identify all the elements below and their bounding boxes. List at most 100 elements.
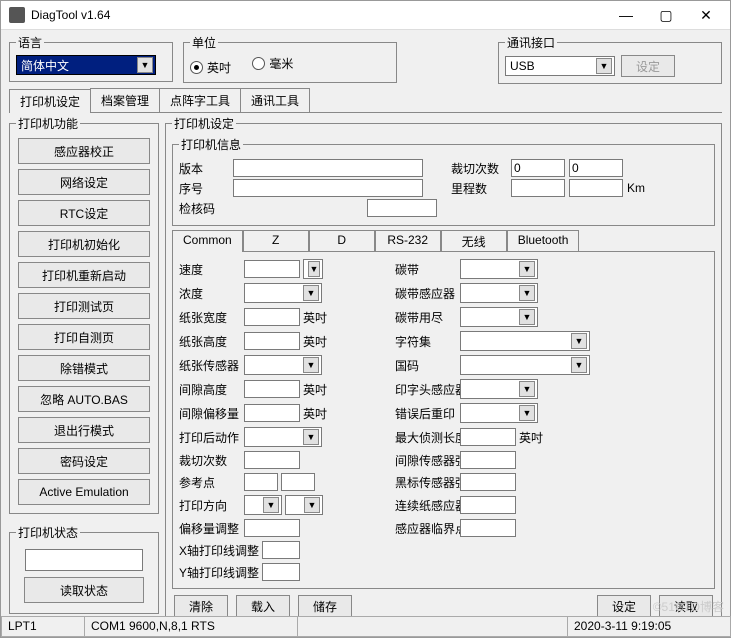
chevron-down-icon: ▼: [519, 285, 535, 301]
status-com: COM1 9600,N,8,1 RTS: [84, 616, 298, 637]
combo-headsen[interactable]: ▼: [460, 379, 538, 399]
btn-active-emu[interactable]: Active Emulation: [18, 479, 150, 505]
lbl-km: Km: [627, 181, 645, 195]
inp-cut1: [511, 159, 565, 177]
btn-testpage[interactable]: 打印测试页: [18, 293, 150, 319]
lbl-headsen: 印字头感应器: [395, 381, 457, 398]
tab-bitmap-font[interactable]: 点阵字工具: [159, 88, 241, 112]
chevron-down-icon: ▼: [303, 429, 319, 445]
close-button[interactable]: ✕: [686, 3, 726, 27]
inp-mile1: [511, 179, 565, 197]
lbl-density: 浓度: [179, 285, 241, 302]
chevron-down-icon: ▼: [308, 261, 320, 277]
inp-refy[interactable]: [281, 473, 315, 491]
inp-gapoff[interactable]: [244, 404, 300, 422]
inp-maxlen[interactable]: [460, 428, 516, 446]
inp-refx[interactable]: [244, 473, 278, 491]
subtab-rs232[interactable]: RS-232: [375, 230, 441, 252]
watermark: ©51CTO博客: [653, 598, 724, 615]
subtab-common[interactable]: Common: [172, 230, 243, 252]
subtab-wireless[interactable]: 无线: [441, 230, 507, 252]
lbl-gapoff: 间隙偏移量: [179, 405, 241, 422]
lbl-gapint: 间隙传感器强度: [395, 452, 457, 469]
tab-file-mgmt[interactable]: 档案管理: [90, 88, 160, 112]
lbl-checksum: 检核码: [179, 200, 229, 217]
comm-combo[interactable]: USB ▼: [505, 56, 615, 76]
language-legend: 语言: [16, 34, 44, 51]
minimize-button[interactable]: —: [606, 3, 646, 27]
btn-init[interactable]: 打印机初始化: [18, 231, 150, 257]
unit-group: 单位 英吋 毫米: [183, 34, 397, 83]
btn-debug[interactable]: 除错模式: [18, 355, 150, 381]
combo-ribbonsen[interactable]: ▼: [460, 283, 538, 303]
lbl-speed: 速度: [179, 261, 241, 278]
combo-dir1[interactable]: ▼: [244, 495, 282, 515]
unit-mm-radio[interactable]: 毫米: [252, 55, 293, 72]
lbl-serial: 序号: [179, 180, 229, 197]
comm-set-button[interactable]: 设定: [621, 55, 675, 77]
lbl-pwidth: 纸张宽度: [179, 309, 241, 326]
btn-read-status[interactable]: 读取状态: [24, 577, 144, 603]
btn-selftest[interactable]: 打印自测页: [18, 324, 150, 350]
chevron-down-icon: ▼: [571, 333, 587, 349]
btn-clear[interactable]: 清除: [174, 595, 228, 616]
comm-legend: 通讯接口: [505, 34, 557, 51]
status-display: [25, 549, 143, 571]
inp-gap[interactable]: [244, 380, 300, 398]
statusbar: LPT1 COM1 9600,N,8,1 RTS 2020-3-11 9:19:…: [1, 616, 730, 637]
spin-speed[interactable]: ▼: [303, 259, 323, 279]
app-icon: [9, 7, 25, 23]
btn-ignore-autobas[interactable]: 忽略 AUTO.BAS: [18, 386, 150, 412]
subtab-d[interactable]: D: [309, 230, 375, 252]
lbl-charset: 字符集: [395, 333, 457, 350]
lbl-ribbonsen: 碳带感应器: [395, 285, 457, 302]
combo-ribbon[interactable]: ▼: [460, 259, 538, 279]
inp-cut2: [569, 159, 623, 177]
inp-speed[interactable]: [244, 260, 300, 278]
btn-set[interactable]: 设定: [597, 595, 651, 616]
chevron-down-icon: ▼: [263, 497, 279, 513]
inp-xadj[interactable]: [262, 541, 300, 559]
subtab-z[interactable]: Z: [243, 230, 309, 252]
inp-offadj[interactable]: [244, 519, 300, 537]
inp-cutnum[interactable]: [244, 451, 300, 469]
inp-gapint[interactable]: [460, 451, 516, 469]
btn-exit-line[interactable]: 退出行模式: [18, 417, 150, 443]
printer-status-group: 打印机状态 读取状态: [9, 524, 159, 614]
lbl-thresh: 感应器临界点检测: [395, 520, 457, 537]
subtab-bluetooth[interactable]: Bluetooth: [507, 230, 580, 252]
inp-mile2: [569, 179, 623, 197]
inp-contint[interactable]: [460, 496, 516, 514]
maximize-button[interactable]: ▢: [646, 3, 686, 27]
combo-reprint[interactable]: ▼: [460, 403, 538, 423]
btn-restart[interactable]: 打印机重新启动: [18, 262, 150, 288]
inp-blackint[interactable]: [460, 473, 516, 491]
btn-load[interactable]: 载入: [236, 595, 290, 616]
btn-save[interactable]: 储存: [298, 595, 352, 616]
combo-psensor[interactable]: ▼: [244, 355, 322, 375]
tab-comm-tool[interactable]: 通讯工具: [240, 88, 310, 112]
lbl-pheight: 纸张高度: [179, 333, 241, 350]
inp-thresh[interactable]: [460, 519, 516, 537]
btn-password[interactable]: 密码设定: [18, 448, 150, 474]
btn-sensor-cal[interactable]: 感应器校正: [18, 138, 150, 164]
printer-func-group: 打印机功能 感应器校正 网络设定 RTC设定 打印机初始化 打印机重新启动 打印…: [9, 115, 159, 514]
combo-postact[interactable]: ▼: [244, 427, 322, 447]
inp-yadj[interactable]: [262, 563, 300, 581]
tab-printer-setup[interactable]: 打印机设定: [9, 89, 91, 113]
chevron-down-icon: ▼: [519, 405, 535, 421]
combo-charset[interactable]: ▼: [460, 331, 590, 351]
combo-density[interactable]: ▼: [244, 283, 322, 303]
window-title: DiagTool v1.64: [31, 8, 606, 22]
btn-network[interactable]: 网络设定: [18, 169, 150, 195]
language-combo[interactable]: 简体中文 ▼: [16, 55, 156, 75]
unit-inch-radio[interactable]: 英吋: [190, 59, 231, 76]
lbl-offadj: 偏移量调整: [179, 520, 241, 537]
printer-status-legend: 打印机状态: [16, 524, 80, 541]
combo-ribbonout[interactable]: ▼: [460, 307, 538, 327]
combo-dir2[interactable]: ▼: [285, 495, 323, 515]
inp-pwidth[interactable]: [244, 308, 300, 326]
btn-rtc[interactable]: RTC设定: [18, 200, 150, 226]
inp-pheight[interactable]: [244, 332, 300, 350]
combo-codepage[interactable]: ▼: [460, 355, 590, 375]
